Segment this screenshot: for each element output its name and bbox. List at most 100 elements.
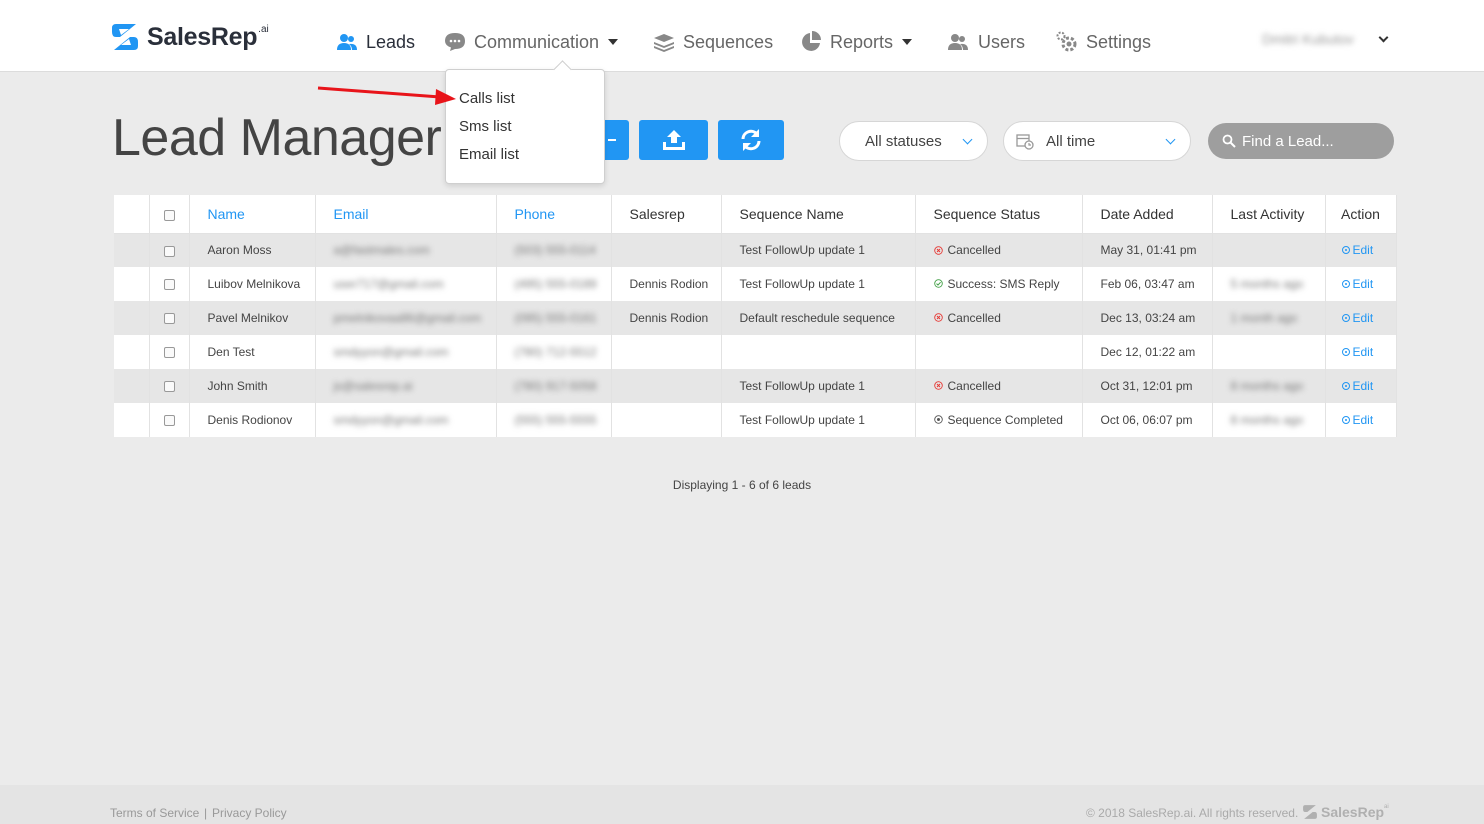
layers-icon — [654, 34, 674, 52]
edit-button[interactable]: Edit — [1341, 277, 1373, 291]
pager-of: of — [758, 478, 769, 492]
pie-chart-icon — [802, 31, 821, 51]
cell-email: a@fastmales.com — [315, 233, 497, 267]
cell-phone: (780) 917-5058 — [496, 369, 612, 403]
footer-logo: SalesRep ai — [1302, 804, 1389, 820]
cell-name: John Smith — [189, 369, 316, 403]
last-activity-value: 8 months ago — [1230, 413, 1304, 427]
edit-button[interactable]: Edit — [1341, 345, 1373, 359]
brand-suffix: .ai — [258, 24, 269, 35]
brand-logo[interactable]: SalesRep .ai — [110, 22, 269, 52]
pager-prefix: Displaying — [672, 478, 729, 492]
dropdown-item-sms-list[interactable]: Sms list — [459, 118, 512, 135]
row-checkbox[interactable] — [163, 313, 175, 325]
dot-circle-icon — [933, 415, 943, 424]
table-row: Aaron Moss a@fastmales.com (503) 555-0114 T… — [114, 233, 1397, 267]
phone-value: (503) 555-0114 — [514, 243, 596, 258]
edit-button[interactable]: Edit — [1341, 379, 1373, 393]
nav-users[interactable]: Users — [946, 30, 1025, 54]
cell-sequence-status: Cancelled — [915, 233, 1083, 267]
phone-value: (780) 712-5512 — [514, 345, 597, 359]
cell-salesrep — [611, 403, 722, 437]
nav-sequences[interactable]: Sequences — [653, 30, 773, 54]
cell-salesrep — [611, 369, 722, 403]
calendar-clock-icon — [1016, 134, 1034, 150]
header-sequence-name: Sequence Name — [721, 195, 916, 234]
header-name[interactable]: Name — [189, 195, 316, 234]
last-activity-value: 8 months ago — [1230, 379, 1304, 393]
refresh-icon — [741, 129, 761, 151]
row-select — [149, 403, 190, 437]
row-checkbox[interactable] — [163, 347, 175, 359]
salesrep-logo-icon — [1303, 805, 1317, 819]
row-checkbox[interactable] — [163, 245, 175, 257]
nav-communication[interactable]: Communication — [444, 30, 619, 54]
lead-search[interactable] — [1208, 123, 1394, 159]
cell-sequence-status: Cancelled — [915, 301, 1083, 335]
privacy-link[interactable]: Privacy Policy — [212, 806, 287, 820]
cell-email: user717@gmail.com — [315, 267, 497, 301]
row-spacer — [114, 403, 150, 437]
check-circle-icon — [933, 279, 943, 288]
status-filter-select[interactable]: All statuses — [839, 121, 988, 161]
pagination-summary: Displaying 1 - 6 of 6 leads — [0, 478, 1484, 492]
header-email[interactable]: Email — [315, 195, 497, 234]
cell-date-added: Oct 06, 06:07 pm — [1082, 403, 1213, 437]
search-icon — [1222, 134, 1236, 148]
status-label: Cancelled — [933, 379, 1001, 393]
row-spacer — [114, 301, 150, 335]
cell-sequence-status: Success: SMS Reply — [915, 267, 1083, 301]
cell-sequence-name: Test FollowUp update 1 — [721, 369, 916, 403]
cell-salesrep: Dennis Rodion — [611, 301, 722, 335]
status-text: Cancelled — [947, 310, 1001, 325]
chevron-down-icon — [962, 134, 973, 145]
table-header-row: Name Email Phone Salesrep Sequence Name … — [114, 195, 1397, 234]
email-value: js@salesrep.ai — [333, 379, 413, 393]
edit-icon — [1341, 314, 1350, 322]
header-select-all — [149, 195, 190, 234]
user-menu[interactable]: Dmitri Kubutov — [1262, 31, 1389, 47]
table-row: Luibov Melnikova user717@gmail.com (495) 5… — [114, 267, 1397, 301]
cell-phone: (503) 555-0114 — [496, 233, 612, 267]
time-filter-select[interactable]: All time — [1003, 121, 1191, 161]
row-checkbox[interactable] — [163, 381, 175, 393]
communication-dropdown: Calls list Sms list Email list — [445, 69, 605, 184]
select-all-checkbox[interactable] — [163, 209, 175, 221]
cell-name: Pavel Melnikov — [189, 301, 316, 335]
email-value: user717@gmail.com — [333, 277, 444, 291]
dropdown-item-calls-list[interactable]: Calls list — [459, 90, 515, 107]
cell-salesrep — [611, 233, 722, 267]
edit-button[interactable]: Edit — [1341, 243, 1373, 257]
row-select — [149, 301, 190, 335]
row-select — [149, 369, 190, 403]
cell-date-added: Oct 31, 12:01 pm — [1082, 369, 1213, 403]
upload-button[interactable] — [639, 120, 708, 160]
row-checkbox[interactable] — [163, 415, 175, 427]
dropdown-item-email-list[interactable]: Email list — [459, 146, 519, 163]
row-checkbox[interactable] — [163, 279, 175, 291]
search-input[interactable] — [1242, 132, 1382, 150]
pager-total: 6 — [772, 478, 780, 492]
cell-sequence-name: Default reschedule sequence — [721, 301, 916, 335]
header-last-activity: Last Activity — [1212, 195, 1326, 234]
cell-sequence-name — [721, 335, 916, 369]
nav-reports[interactable]: Reports — [800, 30, 913, 54]
cell-sequence-status — [915, 335, 1083, 369]
edit-button[interactable]: Edit — [1341, 311, 1373, 325]
time-filter-value: All time — [1046, 132, 1096, 150]
cell-last-activity — [1212, 335, 1326, 369]
header-action: Action — [1325, 195, 1397, 234]
edit-icon — [1341, 246, 1350, 255]
cell-phone: (095) 555-0161 — [496, 301, 612, 335]
terms-link[interactable]: Terms of Service — [110, 806, 199, 820]
nav-leads[interactable]: Leads — [336, 30, 415, 54]
cell-last-activity: 8 months ago — [1212, 369, 1326, 403]
cell-salesrep — [611, 335, 722, 369]
row-spacer — [114, 335, 150, 369]
edit-button[interactable]: Edit — [1341, 413, 1373, 427]
nav-settings[interactable]: Settings — [1056, 30, 1151, 54]
header-phone[interactable]: Phone — [496, 195, 612, 234]
refresh-button[interactable] — [718, 120, 784, 160]
cell-email: smdyyon@gmail.com — [315, 403, 497, 437]
cell-phone: (555) 555-5555 — [496, 403, 612, 437]
